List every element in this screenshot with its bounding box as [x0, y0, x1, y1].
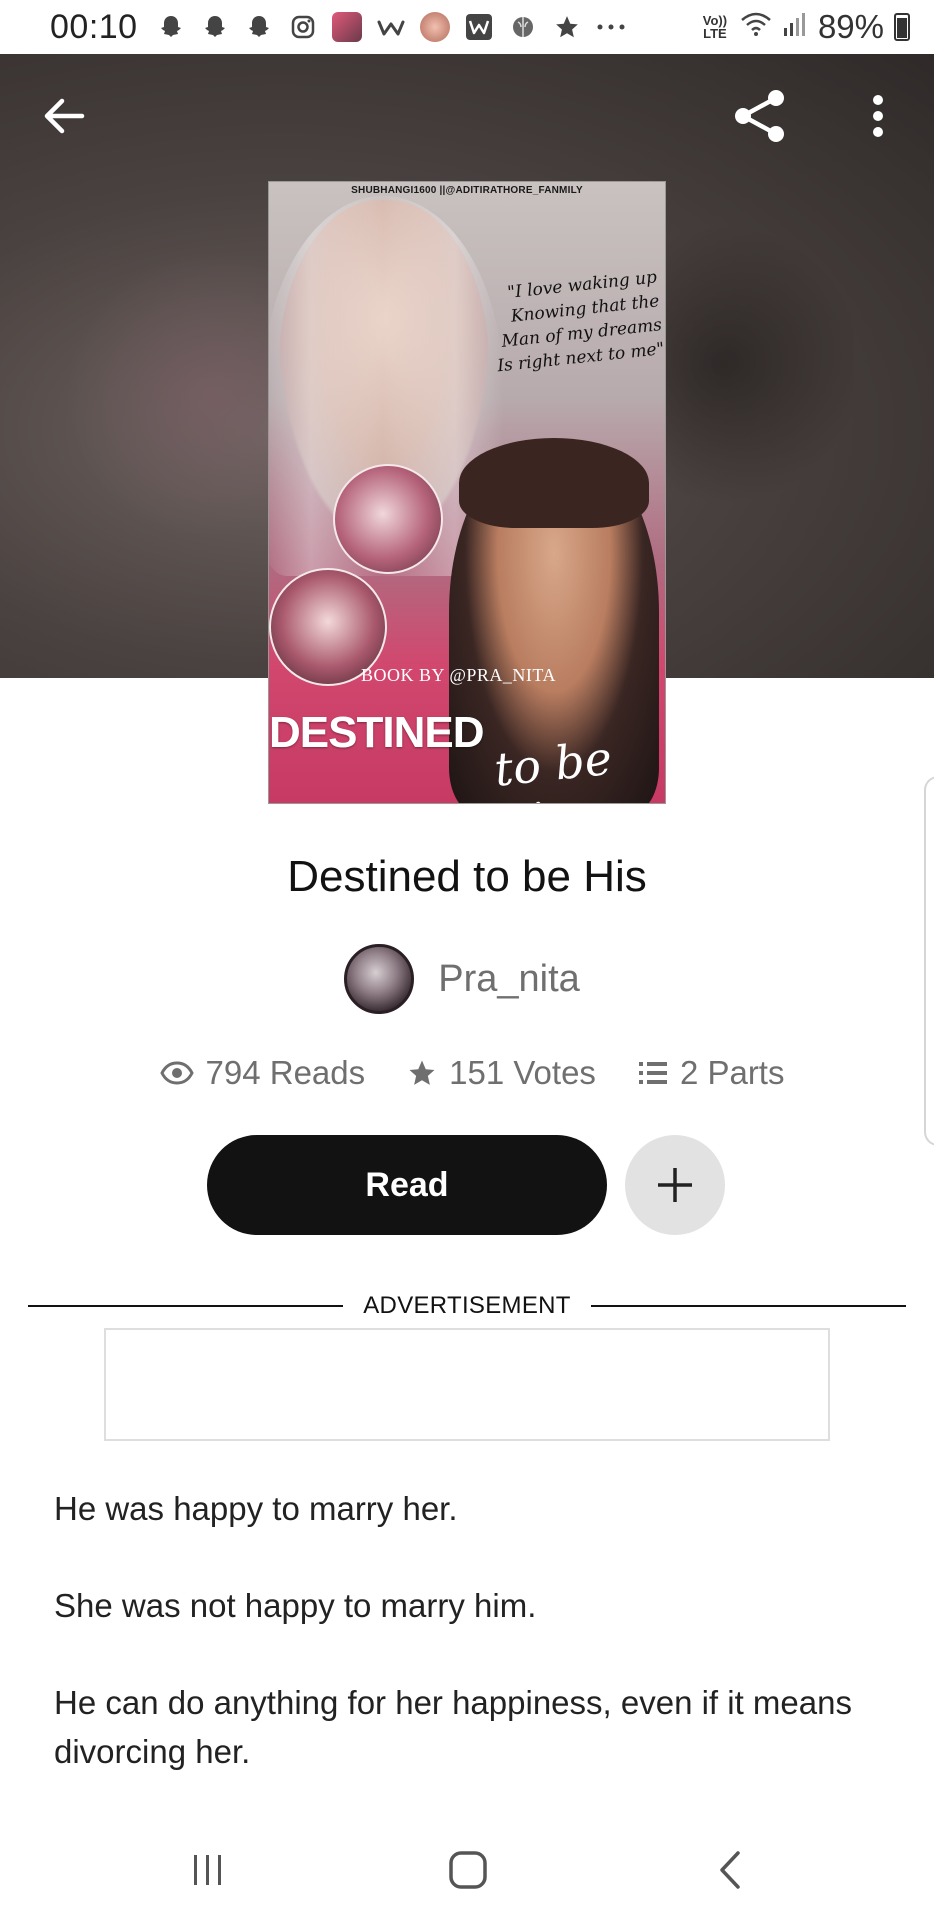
webtoon-icon [464, 12, 494, 42]
recent-apps-icon [194, 1855, 221, 1885]
wifi-icon [740, 8, 772, 46]
author-name[interactable]: Pra_nita [438, 958, 580, 1001]
divider-line [590, 1305, 906, 1307]
wattpad-icon [376, 12, 406, 42]
author-avatar[interactable] [344, 944, 415, 1014]
recent-apps-button[interactable] [168, 1840, 248, 1900]
arrow-left-icon [44, 98, 85, 134]
add-to-library-button[interactable] [625, 1135, 725, 1235]
votes-stat: 151 Votes [407, 1054, 596, 1092]
parts-count: 2 Parts [679, 1054, 785, 1091]
cover-book-by: BOOK BY @PRA_NITA [361, 665, 556, 685]
description-paragraph: He was happy to marry her. [54, 1490, 458, 1527]
book-cover: SHUBHANGI1600 ||@ADITIRATHORE_FANMILY "I… [268, 181, 666, 804]
chevron-left-icon [720, 1851, 740, 1889]
snapchat-icon [156, 12, 186, 42]
snapchat-icon [200, 12, 230, 42]
notification-icons [156, 12, 626, 42]
system-nav-bar [0, 1820, 934, 1920]
back-button[interactable] [36, 88, 92, 144]
story-description: He was happy to marry her. She was not h… [54, 1484, 894, 1824]
cover-quote: "I love waking up Knowing that the Man o… [496, 267, 666, 377]
story-title: Destined to be His [287, 852, 647, 901]
battery-percent: 89% [817, 8, 884, 45]
status-bar: 00:10 Vo)) LTE 89% [0, 0, 934, 54]
volte-icon: Vo)) LTE [702, 13, 728, 41]
description-paragraph: He can do anything for her happiness, ev… [54, 1684, 852, 1770]
snapchat-icon [244, 12, 274, 42]
share-button[interactable] [730, 86, 790, 146]
app-icon [331, 12, 362, 42]
more-vertical-icon [873, 95, 883, 137]
description-paragraph: She was not happy to marry him. [54, 1587, 537, 1624]
side-panel-handle[interactable] [924, 776, 934, 1146]
cover-inset-photo [333, 464, 443, 574]
reads-count: 794 Reads [205, 1054, 366, 1091]
divider-line [28, 1305, 344, 1307]
cover-credit: SHUBHANGI1600 ||@ADITIRATHORE_FANMILY [351, 185, 583, 196]
star-icon [552, 12, 582, 42]
advertisement-slot[interactable] [104, 1328, 830, 1441]
share-icon [735, 90, 784, 142]
status-time: 00:10 [50, 7, 138, 46]
instagram-icon [288, 12, 318, 42]
reads-stat: 794 Reads [159, 1054, 366, 1092]
cover-title: DESTINED [269, 708, 484, 757]
battery-icon [894, 13, 910, 41]
read-button[interactable]: Read [207, 1135, 607, 1235]
back-nav-button[interactable] [690, 1840, 770, 1900]
star-icon [409, 1060, 435, 1085]
home-icon [449, 1851, 487, 1889]
home-button[interactable] [428, 1840, 508, 1900]
story-stats: 794 Reads 151 Votes 2 Parts [0, 1054, 934, 1092]
advertisement-divider: ADVERTISEMENT [28, 1292, 906, 1320]
app-icon [419, 12, 450, 42]
eye-icon [159, 1061, 194, 1085]
author-row[interactable]: Pra_nita [0, 944, 934, 1014]
cover-groom-hair [459, 438, 649, 528]
parts-stat: 2 Parts [638, 1054, 785, 1092]
brain-icon [508, 12, 538, 42]
advertisement-label: ADVERTISEMENT [363, 1292, 571, 1319]
more-options-button[interactable] [858, 86, 898, 146]
signal-icon [782, 8, 808, 46]
system-status: Vo)) LTE 89% [700, 8, 910, 46]
votes-count: 151 Votes [449, 1054, 596, 1091]
list-icon [638, 1062, 667, 1084]
plus-icon [658, 1168, 692, 1202]
more-dots-icon [596, 12, 626, 42]
